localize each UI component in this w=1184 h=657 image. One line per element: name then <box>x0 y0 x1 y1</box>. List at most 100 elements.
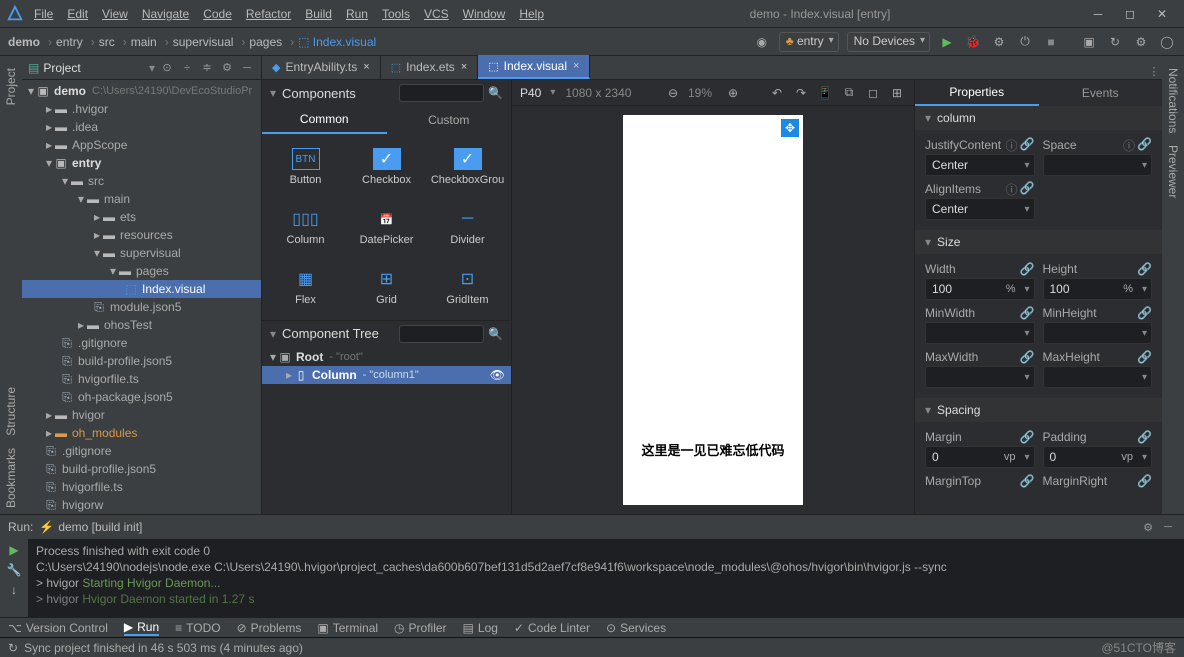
info-icon[interactable]: ⓘ <box>1006 137 1018 154</box>
btab-todo[interactable]: ≡ TODO <box>175 621 220 635</box>
visibility-icon[interactable]: 👁 <box>490 368 505 382</box>
btab-version[interactable]: ⌥ Version Control <box>8 621 108 635</box>
menu-build[interactable]: Build <box>305 7 332 21</box>
crumb-6[interactable]: ⬚ Index.visual <box>298 35 376 49</box>
run-down-icon[interactable]: ↓ <box>11 583 17 597</box>
subtab-common[interactable]: Common <box>262 106 387 134</box>
menu-edit[interactable]: Edit <box>67 7 88 21</box>
select-icon[interactable]: ◻ <box>864 84 882 102</box>
device-frame[interactable]: ✥ 这里是一见已难忘低代码 <box>623 115 803 505</box>
tree-entry[interactable]: ▾▣entry <box>22 154 261 172</box>
tabs-more-icon[interactable]: ⋮ <box>1146 63 1162 79</box>
tree-buildprofile[interactable]: ⎘build-profile.json5 <box>22 352 261 370</box>
tree-column-node[interactable]: ▸▯Column- "column1"👁 <box>262 366 511 384</box>
input-maxwidth[interactable]: ▾ <box>925 366 1035 388</box>
link-icon[interactable]: 🔗 <box>1020 350 1035 364</box>
tree-demo[interactable]: ▾▣demoC:\Users\24190\DevEcoStudioPr <box>22 82 261 100</box>
zoom-out-icon[interactable]: ⊖ <box>664 84 682 102</box>
tree-idea[interactable]: ▸▬.idea <box>22 118 261 136</box>
crumb-0[interactable]: demo <box>8 35 40 49</box>
edge-tab-project[interactable]: Project <box>2 62 20 111</box>
input-justify[interactable]: Center▾ <box>925 154 1035 176</box>
run-console[interactable]: Process finished with exit code 0 C:\Use… <box>28 539 1184 617</box>
input-maxheight[interactable]: ▾ <box>1043 366 1153 388</box>
section-column[interactable]: ▾column <box>915 106 1162 130</box>
tree-index-visual[interactable]: ⬚Index.visual <box>22 280 261 298</box>
link-icon[interactable]: 🔗 <box>1020 430 1035 444</box>
close-icon[interactable]: × <box>461 61 467 73</box>
tree-ets[interactable]: ▸▬ets <box>22 208 261 226</box>
tree-main[interactable]: ▾▬main <box>22 190 261 208</box>
tree-search-input[interactable] <box>399 325 484 343</box>
device-dropdown[interactable]: P40 <box>520 86 555 100</box>
project-tree[interactable]: ▾▣demoC:\Users\24190\DevEcoStudioPr ▸▬.h… <box>22 80 261 514</box>
crumb-2[interactable]: src <box>99 35 115 49</box>
layout-icon[interactable]: ⊞ <box>888 84 906 102</box>
design-canvas[interactable]: ✥ 这里是一见已难忘低代码 <box>512 106 914 514</box>
input-space[interactable]: ▾ <box>1043 154 1153 176</box>
window-close-button[interactable]: ✕ <box>1146 3 1178 25</box>
tree-ohmodules[interactable]: ▸▬oh_modules <box>22 424 261 442</box>
tree-root-node[interactable]: ▾▣Root- "root" <box>262 348 511 366</box>
account-icon[interactable]: ◯ <box>1158 33 1176 51</box>
comp-griditem[interactable]: ⊡GridItem <box>430 260 505 314</box>
menu-window[interactable]: Window <box>463 7 506 21</box>
input-width[interactable]: 100%▾ <box>925 278 1035 300</box>
edge-tab-previewer[interactable]: Previewer <box>1164 139 1182 204</box>
link-icon[interactable]: 🔗 <box>1020 262 1035 276</box>
section-size[interactable]: ▾Size <box>915 230 1162 254</box>
subtab-custom[interactable]: Custom <box>387 106 512 134</box>
project-gear-icon[interactable]: ⚙ <box>219 60 235 76</box>
tree-gitignore[interactable]: ⎘.gitignore <box>22 334 261 352</box>
chevron-down-icon[interactable]: ▾ <box>270 86 276 100</box>
tab-index-visual[interactable]: ⬚Index.visual× <box>478 55 590 79</box>
btab-log[interactable]: ▤ Log <box>463 621 498 635</box>
input-margin[interactable]: 0vp▾ <box>925 446 1035 468</box>
edge-tab-bookmarks[interactable]: Bookmarks <box>2 442 20 514</box>
project-split-icon[interactable]: ≑ <box>199 60 215 76</box>
tree-gitignore2[interactable]: ⎘.gitignore <box>22 442 261 460</box>
tree-hvigor-dir[interactable]: ▸▬.hvigor <box>22 100 261 118</box>
emulator-icon[interactable]: ▣ <box>1080 33 1098 51</box>
link-icon[interactable]: 🔗 <box>1137 137 1152 154</box>
input-height[interactable]: 100%▾ <box>1043 278 1153 300</box>
chevron-down-icon[interactable]: ▾ <box>270 327 276 341</box>
phone-icon[interactable]: 📱 <box>816 84 834 102</box>
close-icon[interactable]: × <box>573 60 579 72</box>
comp-divider[interactable]: ─Divider <box>430 200 505 254</box>
comp-checkboxgroup[interactable]: ✓CheckboxGrou <box>430 140 505 194</box>
tab-properties[interactable]: Properties <box>915 80 1039 106</box>
tree-ohpkg[interactable]: ⎘oh-package.json5 <box>22 388 261 406</box>
attach-icon[interactable]: ⏻ <box>1016 33 1034 51</box>
zoom-in-icon[interactable]: ⊕ <box>724 84 742 102</box>
link-icon[interactable]: 🔗 <box>1020 137 1035 154</box>
menu-code[interactable]: Code <box>203 7 232 21</box>
tree-hvigorw[interactable]: ⎘hvigorw <box>22 496 261 514</box>
menu-help[interactable]: Help <box>519 7 544 21</box>
btab-problems[interactable]: ⊘ Problems <box>237 621 302 635</box>
run-hide-icon[interactable]: ─ <box>1160 519 1176 535</box>
tree-hvigor[interactable]: ▸▬hvigor <box>22 406 261 424</box>
project-dropdown-icon[interactable]: ▾ <box>149 61 155 75</box>
menu-vcs[interactable]: VCS <box>424 7 449 21</box>
window-minimize-button[interactable]: ─ <box>1082 3 1114 25</box>
tree-src[interactable]: ▾▬src <box>22 172 261 190</box>
input-minwidth[interactable]: ▾ <box>925 322 1035 344</box>
close-icon[interactable]: × <box>363 61 369 73</box>
sync-icon[interactable]: ↻ <box>1106 33 1124 51</box>
tab-events[interactable]: Events <box>1039 80 1163 106</box>
run-config-dropdown[interactable]: ♣ entry <box>779 32 839 52</box>
info-icon[interactable]: ⓘ <box>1006 181 1018 198</box>
btab-codelinter[interactable]: ✓ Code Linter <box>514 621 590 635</box>
link-icon[interactable]: 🔗 <box>1137 350 1152 364</box>
window-maximize-button[interactable]: ◻ <box>1114 3 1146 25</box>
run-tool-icon[interactable]: 🔧 <box>7 563 22 577</box>
link-icon[interactable]: 🔗 <box>1020 474 1035 488</box>
project-expand-icon[interactable]: ÷ <box>179 60 195 76</box>
crumb-5[interactable]: pages <box>249 35 282 49</box>
menu-run[interactable]: Run <box>346 7 368 21</box>
btab-profiler[interactable]: ◷ Profiler <box>394 621 447 635</box>
crumb-3[interactable]: main <box>131 35 157 49</box>
link-icon[interactable]: 🔗 <box>1137 430 1152 444</box>
project-hide-icon[interactable]: ─ <box>239 60 255 76</box>
